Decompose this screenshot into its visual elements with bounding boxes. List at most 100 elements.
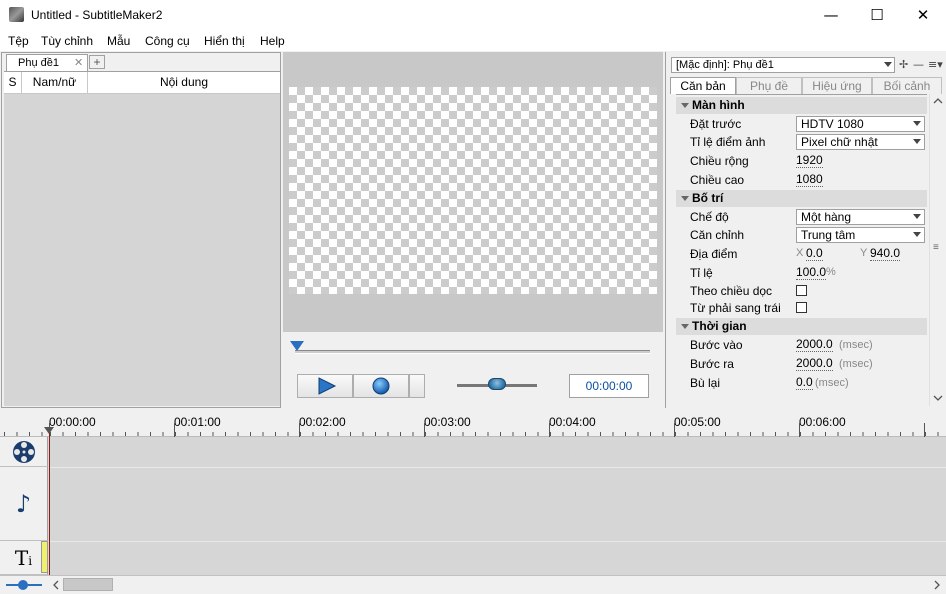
- add-tab-button[interactable]: +: [89, 55, 105, 69]
- width-field[interactable]: 1920: [796, 154, 823, 168]
- fade-in-field[interactable]: 2000.0: [796, 338, 833, 352]
- tick-mark: [674, 423, 675, 437]
- video-canvas[interactable]: [289, 87, 657, 294]
- section-screen[interactable]: Màn hình: [676, 97, 927, 114]
- chevron-down-icon: [913, 121, 921, 126]
- fade-out-unit: (msec): [839, 358, 873, 370]
- scroll-down-icon[interactable]: [933, 394, 943, 402]
- timeline: 00:00:00 00:01:00 00:02:00 00:03:00 00:0…: [0, 409, 946, 593]
- subtitle-list-panel: Phụ đề1 ✕ + S Nam/nữ Nội dung: [1, 52, 281, 408]
- subtitle-track-marker[interactable]: [41, 541, 48, 573]
- splitter-grip-icon[interactable]: ≡: [933, 242, 939, 253]
- tab-background[interactable]: Bối cảnh: [872, 77, 942, 94]
- scale-label: Tỉ lệ: [690, 266, 713, 280]
- menu-customize[interactable]: Tùy chỉnh: [41, 34, 93, 48]
- pixel-aspect-dropdown[interactable]: Pixel chữ nhật: [796, 134, 925, 150]
- title-bar: Untitled - SubtitleMaker2 — ☐ ✕: [0, 0, 946, 31]
- tab-subtitle[interactable]: Phụ đề: [736, 77, 802, 94]
- align-dropdown[interactable]: Trung tâm: [796, 227, 925, 243]
- style-preset-dropdown[interactable]: [Mặc định]: Phụ đề1: [671, 57, 895, 73]
- menu-templates[interactable]: Mẫu: [107, 34, 130, 48]
- record-icon: [372, 377, 390, 395]
- properties-scrollbar[interactable]: ≡: [929, 94, 946, 406]
- vertical-checkbox[interactable]: [796, 285, 807, 296]
- subtitle-list[interactable]: S Nam/nữ Nội dung: [4, 71, 280, 406]
- rtl-checkbox[interactable]: [796, 302, 807, 313]
- tab-close-icon[interactable]: ✕: [74, 56, 83, 69]
- fade-in-unit: (msec): [839, 339, 873, 351]
- timeline-bottom-bar: [0, 575, 946, 593]
- x-label: X: [796, 247, 804, 259]
- column-header-gender[interactable]: Nam/nữ: [22, 72, 88, 94]
- offset-field[interactable]: 0.0: [796, 376, 813, 390]
- fade-in-label: Bước vào: [690, 338, 743, 352]
- remove-style-icon[interactable]: —: [913, 58, 924, 71]
- track-divider: [49, 541, 946, 542]
- record-button[interactable]: [353, 374, 409, 398]
- tick-mark: [549, 423, 550, 437]
- tick-label: 00:01:00: [174, 415, 221, 429]
- time-ruler[interactable]: 00:00:00 00:01:00 00:02:00 00:03:00 00:0…: [0, 409, 946, 437]
- app-icon: [9, 7, 24, 22]
- fade-out-label: Bước ra: [690, 357, 734, 371]
- menu-view[interactable]: Hiển thị: [204, 34, 245, 48]
- tab-subtitle1[interactable]: Phụ đề1 ✕: [6, 54, 88, 71]
- seek-thumb[interactable]: [290, 341, 304, 351]
- track-divider: [49, 467, 946, 468]
- column-header-s[interactable]: S: [4, 72, 22, 94]
- tick-label: 00:00:00: [49, 415, 96, 429]
- scroll-right-icon[interactable]: [933, 580, 941, 590]
- chevron-down-icon: [913, 232, 921, 237]
- rtl-label: Từ phải sang trái: [690, 301, 781, 315]
- width-label: Chiều rộng: [690, 154, 749, 168]
- pixel-aspect-value: Pixel chữ nhật: [801, 135, 878, 149]
- mode-value: Một hàng: [801, 210, 852, 224]
- playhead-marker[interactable]: [44, 427, 54, 434]
- mode-dropdown[interactable]: Một hàng: [796, 209, 925, 225]
- add-style-icon[interactable]: ✢: [899, 58, 908, 71]
- tick-label: 00:02:00: [299, 415, 346, 429]
- zoom-slider-thumb[interactable]: [18, 580, 28, 590]
- column-header-content[interactable]: Nội dung: [88, 72, 280, 94]
- y-field[interactable]: 940.0: [870, 247, 901, 261]
- menu-file[interactable]: Tệp: [8, 34, 29, 48]
- player-controls: 00:00:00: [285, 332, 662, 408]
- scroll-up-icon[interactable]: [933, 97, 943, 105]
- timeline-scrollbar[interactable]: [49, 576, 946, 594]
- scale-field[interactable]: 100.0: [796, 266, 827, 280]
- track-area[interactable]: [49, 437, 946, 575]
- more-controls-button[interactable]: [409, 374, 425, 398]
- tab-basic[interactable]: Căn bản: [670, 77, 736, 94]
- menu-icon[interactable]: ≡▾: [928, 58, 943, 71]
- scale-unit: %: [826, 266, 836, 278]
- mode-label: Chế độ: [690, 210, 729, 224]
- tab-effects[interactable]: Hiệu ứng: [802, 77, 872, 94]
- playhead-line[interactable]: [49, 431, 50, 575]
- window-title: Untitled - SubtitleMaker2: [31, 8, 163, 22]
- menu-tools[interactable]: Công cụ: [145, 34, 190, 48]
- x-field[interactable]: 0.0: [806, 247, 823, 261]
- tick-label: 00:04:00: [549, 415, 596, 429]
- tick-mark: [424, 423, 425, 437]
- audio-track-header[interactable]: ♪: [0, 467, 48, 541]
- chevron-down-icon: [913, 214, 921, 219]
- preset-dropdown[interactable]: HDTV 1080: [796, 116, 925, 132]
- scroll-left-icon[interactable]: [52, 580, 60, 590]
- scroll-thumb[interactable]: [63, 578, 113, 591]
- minimize-button[interactable]: —: [808, 0, 854, 31]
- menu-bar: Tệp Tùy chỉnh Mẫu Công cụ Hiển thị Help: [0, 31, 946, 51]
- fade-out-field[interactable]: 2000.0: [796, 357, 833, 371]
- text-icon: Ti: [14, 545, 33, 570]
- video-preview-area: [283, 52, 663, 332]
- play-button[interactable]: [297, 374, 353, 398]
- close-button[interactable]: ✕: [900, 0, 946, 31]
- section-layout[interactable]: Bố trí: [676, 190, 927, 207]
- height-field[interactable]: 1080: [796, 173, 823, 187]
- maximize-button[interactable]: ☐: [854, 0, 900, 31]
- seek-bar[interactable]: [295, 350, 650, 354]
- tick-label: 00:06:00: [799, 415, 846, 429]
- menu-help[interactable]: Help: [260, 34, 285, 48]
- video-track-header[interactable]: [0, 437, 48, 467]
- section-time[interactable]: Thời gian: [676, 318, 927, 335]
- volume-slider-thumb[interactable]: [488, 378, 506, 390]
